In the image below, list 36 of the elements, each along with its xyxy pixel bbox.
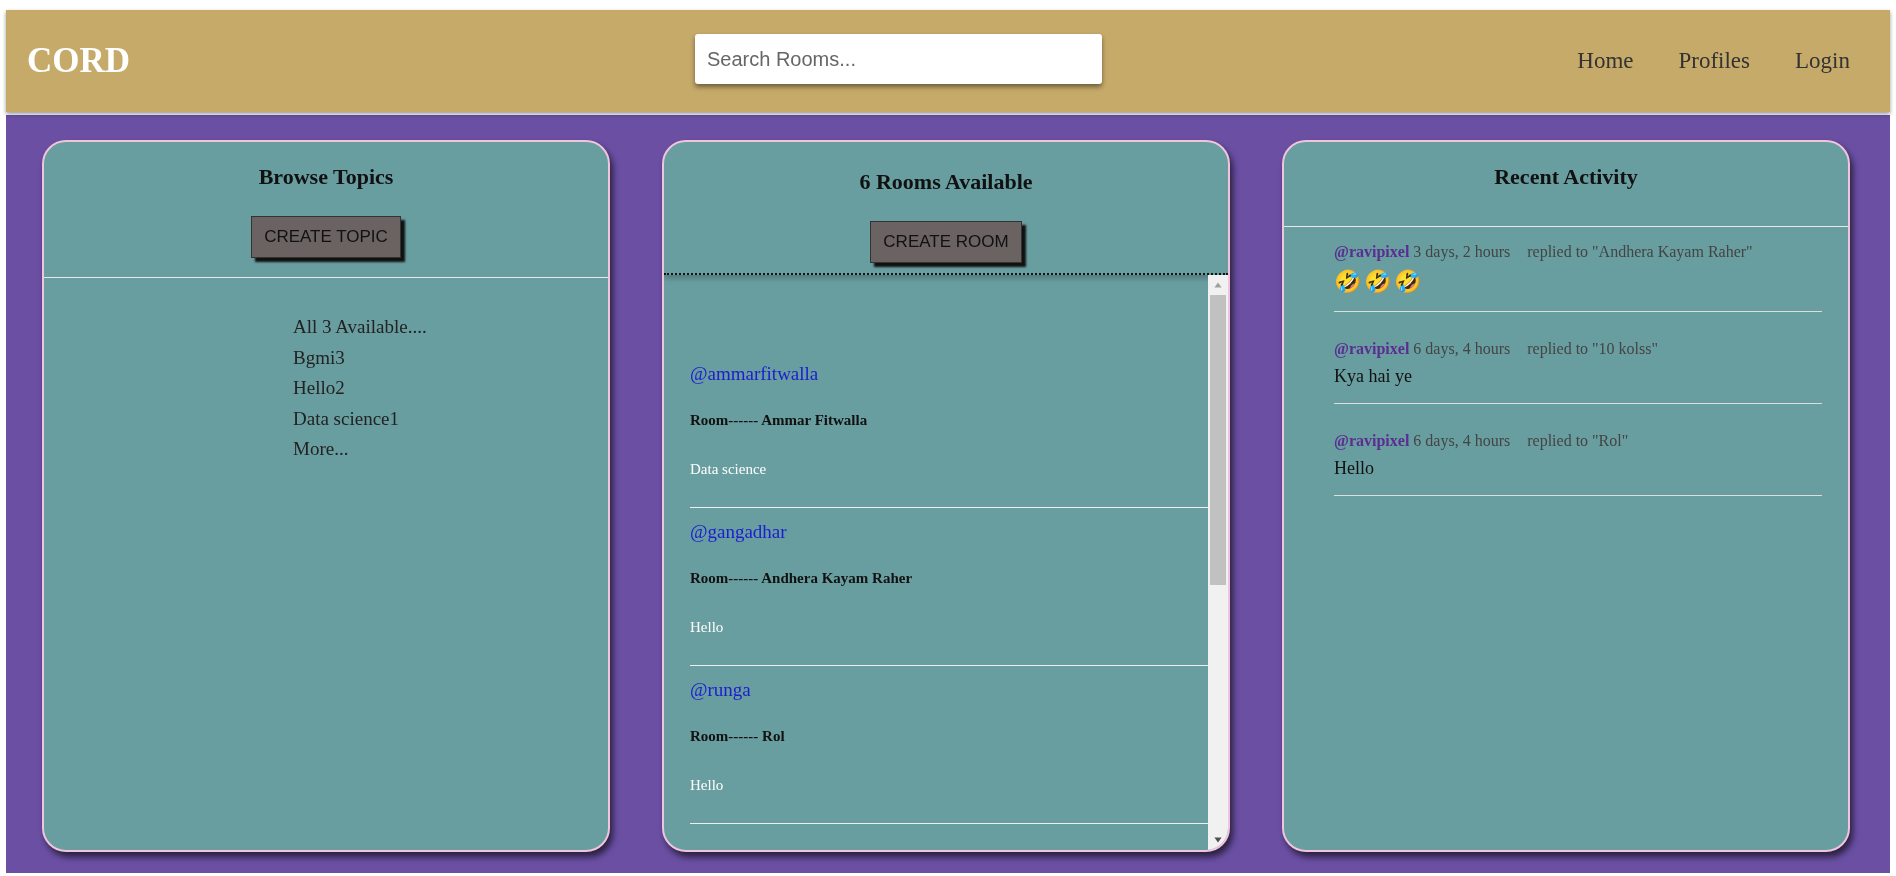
room-topic: Hello xyxy=(690,619,725,636)
host-link[interactable]: @gangadhar xyxy=(690,521,1208,543)
activity-time: 6 days, 4 hours xyxy=(1413,432,1511,449)
host-link[interactable]: @runga xyxy=(690,679,1208,701)
room-title[interactable]: Room------ Rol xyxy=(690,728,1208,745)
create-room-button[interactable]: CREATE ROOM xyxy=(870,221,1022,263)
user-link[interactable]: @ravipixel xyxy=(1334,243,1410,260)
user-link[interactable]: @ravipixel xyxy=(1334,340,1410,357)
activity-action: replied to "Rol" xyxy=(1527,432,1629,449)
scrollbar[interactable] xyxy=(1208,275,1228,850)
room-topic: Hello xyxy=(690,777,725,794)
room-topic: Data science xyxy=(690,461,768,478)
topic-link[interactable]: More... xyxy=(293,434,608,465)
room-title[interactable]: Room------ Andhera Kayam Raher xyxy=(690,570,1208,587)
message-text: Hello xyxy=(1334,458,1375,479)
activity-action: replied to "Andhera Kayam Raher" xyxy=(1527,243,1753,260)
message-text: Kya hai ye xyxy=(1334,366,1413,387)
nav-link[interactable]: Home xyxy=(1577,48,1634,74)
card-title: 6 Rooms Available xyxy=(859,169,1033,195)
topic-link[interactable]: Bgmi3 xyxy=(293,342,608,373)
create-topic-button[interactable]: CREATE TOPIC xyxy=(251,216,401,258)
emoji-message: 🤣🤣🤣 xyxy=(1334,269,1425,295)
nav-link[interactable]: Profiles xyxy=(1678,48,1751,74)
card-title: Recent Activity xyxy=(1494,164,1638,190)
topic-link[interactable]: Hello2 xyxy=(293,373,608,404)
activity-time: 6 days, 4 hours xyxy=(1413,340,1511,357)
nav-link[interactable]: Login xyxy=(1795,48,1850,74)
topic-link[interactable]: Data science1 xyxy=(293,403,608,434)
search-field[interactable]: Search Rooms... xyxy=(695,34,1102,84)
user-link[interactable]: @ravipixel xyxy=(1334,432,1410,449)
room-title[interactable]: Room------ Ammar Fitwalla xyxy=(690,412,1208,429)
activity-time: 3 days, 2 hours xyxy=(1413,243,1511,260)
card-title: Browse Topics xyxy=(258,164,394,190)
topic-link[interactable]: All 3 Available.... xyxy=(293,312,608,343)
host-link[interactable]: @ammarfitwalla xyxy=(690,363,1208,385)
activity-action: replied to "10 kolss" xyxy=(1527,340,1659,357)
